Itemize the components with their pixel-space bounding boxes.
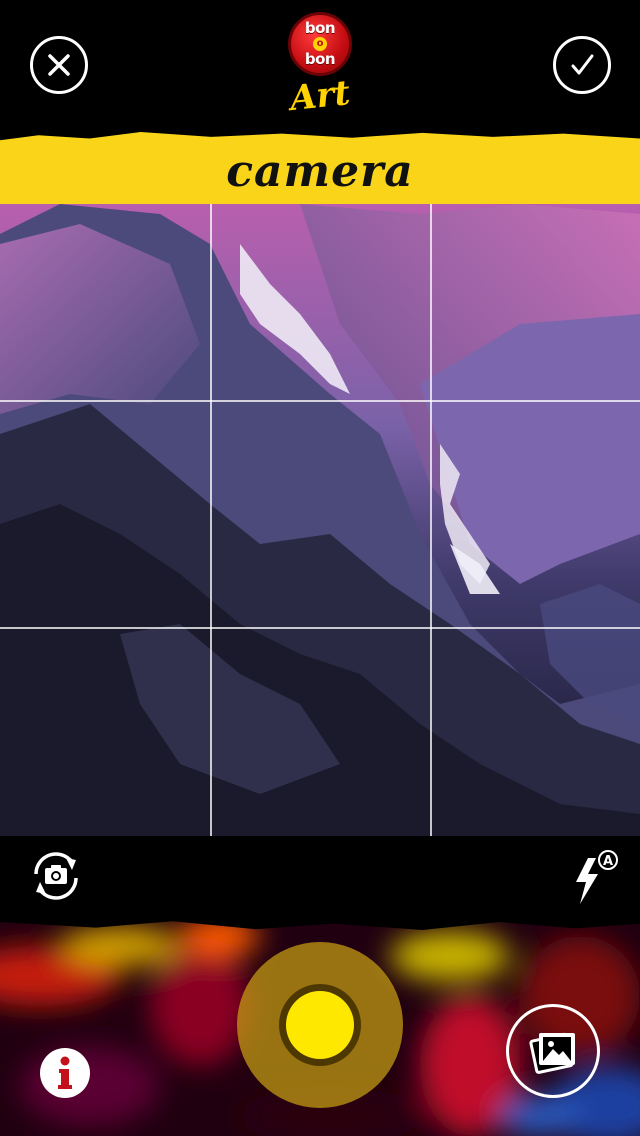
checkmark-icon <box>571 54 594 75</box>
photo-gallery-icon <box>529 1032 575 1074</box>
logo-word-top: bon <box>304 19 336 37</box>
flash-mode-button[interactable]: A <box>568 848 620 908</box>
flash-mode-badge: A <box>603 854 613 869</box>
capture-panel <box>0 916 640 1136</box>
logo-word-bottom: bon <box>304 50 336 68</box>
grid-line-horizontal-2 <box>0 627 640 629</box>
gallery-button[interactable] <box>506 1004 600 1098</box>
camera-viewfinder[interactable] <box>0 204 640 836</box>
logo-badge: bon o bon <box>288 12 352 76</box>
camera-controls-bar: A <box>0 836 640 916</box>
confirm-button[interactable] <box>553 36 611 94</box>
shutter-button-container[interactable] <box>237 942 403 1108</box>
flash-auto-icon: A <box>576 850 618 904</box>
shutter-button[interactable] <box>286 991 354 1059</box>
title-banner: camera <box>0 132 640 214</box>
bonobon-art-logo: bon o bon Art <box>284 12 356 122</box>
info-button[interactable] <box>40 1048 90 1098</box>
grid-line-horizontal-1 <box>0 400 640 402</box>
camera-flip-icon <box>34 852 78 900</box>
close-icon <box>48 54 70 76</box>
shutter-ring <box>279 984 361 1066</box>
flip-camera-button[interactable] <box>26 848 86 904</box>
info-icon <box>58 1056 72 1089</box>
grid-line-vertical-2 <box>430 204 432 836</box>
top-bar: bon o bon Art <box>0 0 640 140</box>
grid-line-vertical-1 <box>210 204 212 836</box>
camera-preview-image <box>0 204 640 836</box>
close-button[interactable] <box>30 36 88 94</box>
logo-word-middle: o <box>313 37 327 51</box>
page-title: camera <box>226 145 414 197</box>
logo-subtitle: Art <box>288 72 352 120</box>
